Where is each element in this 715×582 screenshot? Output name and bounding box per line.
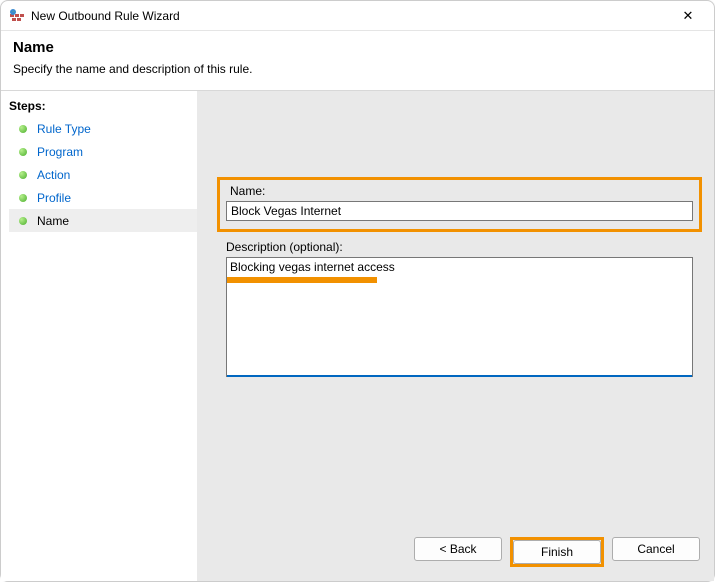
step-link[interactable]: Action: [37, 168, 70, 182]
back-button[interactable]: < Back: [414, 537, 502, 561]
focus-underline: [227, 375, 692, 377]
bullet-icon: [19, 148, 27, 156]
firewall-icon: [9, 8, 25, 24]
description-input[interactable]: Blocking vegas internet access: [226, 257, 693, 377]
step-link[interactable]: Profile: [37, 191, 71, 205]
wizard-window: New Outbound Rule Wizard ✕ Name Specify …: [0, 0, 715, 582]
bullet-icon: [19, 125, 27, 133]
step-rule-type[interactable]: Rule Type: [9, 117, 197, 140]
step-program[interactable]: Program: [9, 140, 197, 163]
steps-heading: Steps:: [9, 97, 197, 117]
step-profile[interactable]: Profile: [9, 186, 197, 209]
description-highlight: [227, 277, 377, 283]
finish-button-highlight: Finish: [510, 537, 604, 567]
name-input[interactable]: [226, 201, 693, 221]
wizard-header: Name Specify the name and description of…: [1, 31, 714, 91]
step-action[interactable]: Action: [9, 163, 197, 186]
form-area: Name: Description (optional): Blocking v…: [217, 177, 702, 377]
description-group: Description (optional): Blocking vegas i…: [226, 240, 693, 377]
bullet-icon: [19, 194, 27, 202]
wizard-body: Steps: Rule Type Program Action Profile …: [1, 91, 714, 581]
step-name[interactable]: Name: [9, 209, 197, 232]
name-label: Name:: [230, 184, 693, 198]
step-link[interactable]: Rule Type: [37, 122, 91, 136]
close-button[interactable]: ✕: [666, 6, 710, 26]
page-subtitle: Specify the name and description of this…: [13, 62, 702, 76]
page-title: Name: [13, 39, 702, 56]
wizard-footer: < Back Finish Cancel: [414, 537, 700, 567]
step-current-label: Name: [37, 214, 69, 228]
description-label: Description (optional):: [226, 240, 693, 254]
cancel-button[interactable]: Cancel: [612, 537, 700, 561]
step-link[interactable]: Program: [37, 145, 83, 159]
bullet-icon: [19, 217, 27, 225]
bullet-icon: [19, 171, 27, 179]
description-text: Blocking vegas internet access: [230, 260, 395, 274]
steps-sidebar: Steps: Rule Type Program Action Profile …: [1, 91, 197, 581]
finish-button[interactable]: Finish: [513, 540, 601, 564]
titlebar: New Outbound Rule Wizard ✕: [1, 1, 714, 31]
name-field-highlight: Name:: [217, 177, 702, 232]
main-panel: Name: Description (optional): Blocking v…: [197, 91, 714, 581]
window-title: New Outbound Rule Wizard: [31, 9, 180, 23]
